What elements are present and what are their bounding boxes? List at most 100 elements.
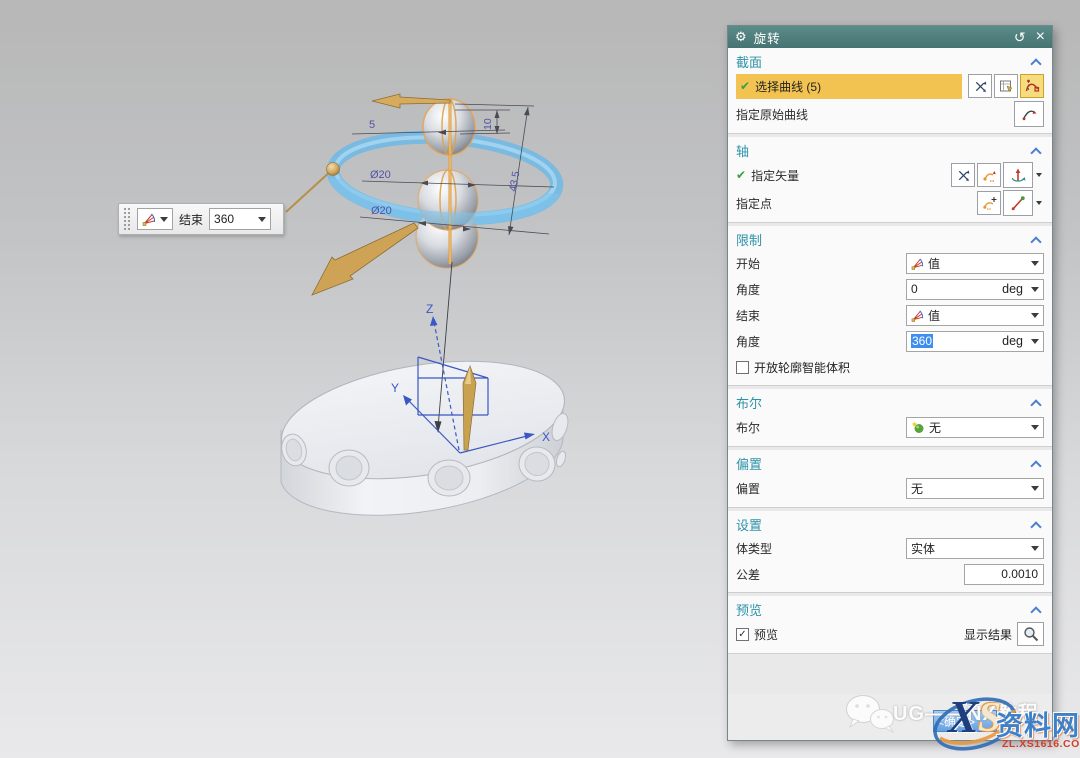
svg-text:X: X [542, 430, 550, 444]
group-limits: 限制 开始 值 角度 0 deg [728, 226, 1052, 386]
reverse-direction-button[interactable] [968, 74, 992, 98]
boolean-select[interactable]: 无 [906, 417, 1044, 438]
dropdown-arrow-icon [258, 217, 266, 222]
toolbar-drag-handle[interactable] [123, 207, 131, 231]
start-angle-value: 0 [911, 282, 918, 296]
body-type-value: 实体 [911, 540, 935, 557]
select-curve-field[interactable]: ✔ 选择曲线 (5) [736, 74, 962, 99]
svg-text:5: 5 [369, 119, 375, 131]
point-dialog-button[interactable] [977, 191, 1001, 215]
dropdown-arrow-icon [1036, 173, 1042, 177]
settings-header[interactable]: 设置 [736, 513, 1044, 535]
preview-checkbox[interactable]: ✓ [736, 628, 749, 641]
start-label: 开始 [736, 255, 906, 272]
drag-point[interactable] [286, 163, 340, 213]
dropdown-arrow-icon [160, 217, 168, 222]
end-mode-dropdown[interactable] [137, 208, 173, 230]
chevron-up-icon[interactable] [1030, 606, 1041, 617]
vector-dialog-button[interactable] [1003, 162, 1033, 188]
end-angle-input[interactable]: 360 deg [906, 331, 1044, 352]
section-header[interactable]: 截面 [736, 50, 1044, 72]
end-row: 结束 值 [736, 302, 1044, 328]
origin-curve-button[interactable] [1014, 101, 1044, 127]
svg-text:43.5: 43.5 [507, 170, 522, 192]
wechat-icon [843, 694, 897, 734]
onscreen-input-toolbar[interactable]: 结束 360 [118, 203, 284, 235]
specify-vector-row: ✔ 指定矢量 [736, 161, 1044, 189]
curve-rule-icon [1024, 78, 1040, 94]
crossed-arrows-icon [956, 168, 971, 183]
end-mode-select[interactable]: 值 [906, 305, 1044, 326]
rotation-vector-icon [1009, 167, 1027, 184]
close-icon[interactable]: × [1036, 30, 1045, 44]
end-angle-value: 360 [214, 212, 234, 226]
dropdown-arrow-icon [1036, 201, 1042, 205]
value-mode-icon [142, 212, 156, 226]
dropdown-arrow-icon [1031, 486, 1039, 491]
unit-label: deg [1002, 334, 1027, 348]
chevron-up-icon[interactable] [1030, 399, 1041, 410]
magnifier-icon [1023, 626, 1039, 642]
boolean-value: 无 [929, 419, 941, 436]
site-domain: ZL.XS1616.COM [1002, 738, 1080, 750]
group-section: 截面 ✔ 选择曲线 (5) [728, 48, 1052, 134]
offset-select[interactable]: 无 [906, 478, 1044, 499]
section-header-label: 截面 [736, 52, 762, 71]
start-mode-select[interactable]: 值 [906, 253, 1044, 274]
preview-row: ✓ 预览 显示结果 [736, 620, 1044, 648]
chevron-up-icon[interactable] [1030, 147, 1041, 158]
check-icon: ✔ [740, 79, 750, 93]
vector-dropdown[interactable] [1033, 173, 1044, 177]
open-profile-checkbox[interactable] [736, 361, 749, 374]
point-plus-icon [982, 196, 997, 211]
point-needle-icon [1010, 195, 1027, 211]
offset-row: 偏置 无 [736, 474, 1044, 502]
point-dropdown[interactable] [1033, 201, 1044, 205]
axis-header[interactable]: 轴 [736, 139, 1044, 161]
dropdown-arrow-icon [1031, 425, 1039, 430]
end-angle-label: 角度 [736, 333, 906, 350]
svg-text:Z: Z [426, 302, 433, 316]
inferred-vector-icon [982, 168, 997, 183]
boolean-header-label: 布尔 [736, 393, 762, 412]
chevron-up-icon[interactable] [1030, 460, 1041, 471]
group-preview: 预览 ✓ 预览 显示结果 [728, 596, 1052, 654]
tolerance-input[interactable]: 0.0010 [964, 564, 1044, 585]
dropdown-arrow-icon [1031, 287, 1039, 292]
preview-label: 预览 [754, 626, 964, 643]
preview-header[interactable]: 预览 [736, 598, 1044, 620]
chevron-up-icon[interactable] [1030, 58, 1041, 69]
curve-rule-button[interactable] [1020, 74, 1044, 98]
show-result-button[interactable] [1017, 622, 1044, 646]
direction-arrow-bottom[interactable] [312, 223, 418, 295]
body-type-select[interactable]: 实体 [906, 538, 1044, 559]
body-type-label: 体类型 [736, 540, 906, 557]
base-cylinder[interactable] [273, 343, 573, 515]
end-angle-input[interactable]: 360 [209, 208, 271, 230]
dropdown-arrow-icon [1031, 261, 1039, 266]
svg-text:10: 10 [482, 118, 494, 130]
reset-icon[interactable]: ↺ [1014, 30, 1026, 44]
start-angle-input[interactable]: 0 deg [906, 279, 1044, 300]
chevron-up-icon[interactable] [1030, 236, 1041, 247]
curve-list-button[interactable] [994, 74, 1018, 98]
inferred-vector-button[interactable] [977, 163, 1001, 187]
start-mode-value: 值 [928, 255, 940, 272]
boolean-header[interactable]: 布尔 [736, 391, 1044, 413]
offset-header-label: 偏置 [736, 454, 762, 473]
settings-header-label: 设置 [736, 515, 762, 534]
tolerance-value: 0.0010 [1001, 567, 1038, 581]
dialog-titlebar[interactable]: ⚙ 旋转 ↺ × [728, 26, 1052, 48]
offset-header[interactable]: 偏置 [736, 452, 1044, 474]
end-angle-value-selected: 360 [911, 334, 933, 348]
limits-header[interactable]: 限制 [736, 228, 1044, 250]
chevron-up-icon[interactable] [1030, 521, 1041, 532]
value-mode-icon [911, 309, 924, 322]
show-result-label: 显示结果 [964, 626, 1012, 643]
point-constructor-button[interactable] [1003, 190, 1033, 216]
origin-curve-label: 指定原始曲线 [736, 106, 1012, 123]
revolve-dialog: ⚙ 旋转 ↺ × 截面 ✔ 选择曲线 (5) [727, 25, 1053, 741]
reverse-vector-button[interactable] [951, 163, 975, 187]
boolean-row: 布尔 无 [736, 413, 1044, 441]
svg-text:Ø20: Ø20 [371, 205, 392, 217]
